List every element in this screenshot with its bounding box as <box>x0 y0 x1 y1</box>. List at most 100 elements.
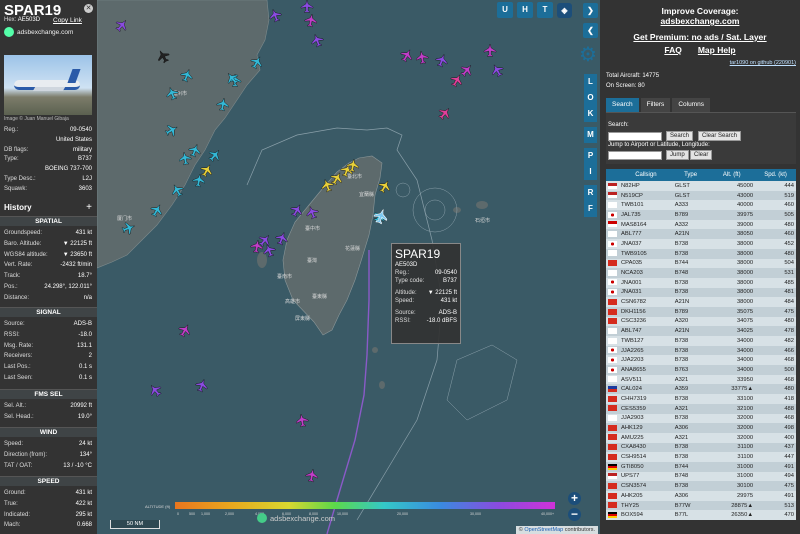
aircraft-photo[interactable] <box>4 55 92 115</box>
table-row[interactable]: CPA035 B744 38000 504 <box>606 258 796 269</box>
table-row[interactable]: CXA8430 B738 31100 437 <box>606 442 796 453</box>
table-row[interactable]: TWB9105 B738 38000 480 <box>606 248 796 259</box>
brand-link[interactable]: adsbexchange.com <box>4 27 73 37</box>
map-button-r[interactable]: R <box>584 185 597 201</box>
col-callsign[interactable]: Callsign <box>619 169 673 181</box>
tab-filters[interactable]: Filters <box>640 98 671 112</box>
table-row[interactable]: JNA031 B738 38000 481 <box>606 287 796 298</box>
improve-coverage-link[interactable]: adsbexchange.com <box>600 16 800 26</box>
table-row[interactable]: JNA001 B738 38000 485 <box>606 277 796 288</box>
map-help-link[interactable]: Map Help <box>698 45 736 55</box>
table-row[interactable]: CSN3574 B738 30100 475 <box>606 481 796 491</box>
map-button-f[interactable]: F <box>584 201 597 217</box>
table-row[interactable]: JJA2203 B738 34000 468 <box>606 355 796 366</box>
aircraft-icon[interactable] <box>434 52 450 68</box>
table-row[interactable]: THY25 B77W 28875▲ 513 <box>606 500 796 511</box>
table-row[interactable]: DKH1156 B789 35075 475 <box>606 306 796 317</box>
aircraft-icon[interactable] <box>309 32 325 48</box>
table-row[interactable]: AHK205 A306 29975 491 <box>606 491 796 501</box>
aircraft-icon[interactable] <box>206 147 223 164</box>
table-row[interactable]: AMU225 A321 32000 400 <box>606 432 796 443</box>
aircraft-icon[interactable] <box>295 413 309 428</box>
map-button-l[interactable]: L <box>584 74 597 90</box>
clear-search-button[interactable]: Clear Search <box>698 131 742 141</box>
table-row[interactable]: N519CP GLST 43000 519 <box>606 190 796 201</box>
table-row[interactable]: JJA2903 B738 32000 468 <box>606 413 796 424</box>
table-row[interactable]: JJA2265 B738 34000 466 <box>606 345 796 356</box>
map-button-t[interactable]: T <box>537 2 553 18</box>
section-speed[interactable]: SPEED <box>0 476 97 486</box>
selected-aircraft-icon[interactable] <box>372 208 389 225</box>
tab-search[interactable]: Search <box>606 98 639 112</box>
map-button-i[interactable]: I <box>584 164 597 180</box>
section-fms[interactable]: FMS SEL <box>0 389 97 399</box>
table-row[interactable]: CSH9514 B738 31100 447 <box>606 452 796 462</box>
search-input[interactable] <box>608 132 662 141</box>
map-button-k[interactable]: K <box>584 106 597 122</box>
search-button[interactable]: Search <box>666 131 694 141</box>
table-row[interactable]: N82HP GLST 45000 444 <box>606 181 796 191</box>
aircraft-icon[interactable] <box>458 62 475 79</box>
table-row[interactable]: CAL024 A359 33775▲ 480 <box>606 384 796 395</box>
aircraft-icon[interactable] <box>436 105 453 122</box>
section-wind[interactable]: WIND <box>0 427 97 437</box>
jump-button[interactable]: Jump <box>666 150 689 160</box>
table-row[interactable]: ASV511 A321 33950 468 <box>606 374 796 385</box>
map-button-u[interactable]: U <box>497 2 513 18</box>
aircraft-icon[interactable] <box>267 7 283 23</box>
aircraft-icon[interactable] <box>250 239 264 254</box>
history-label[interactable]: History <box>4 203 32 212</box>
table-row[interactable]: CES5359 A321 32100 488 <box>606 403 796 414</box>
zoom-in-button[interactable]: + <box>568 492 581 505</box>
faq-link[interactable]: FAQ <box>664 45 681 55</box>
col-type[interactable]: Type <box>672 169 709 181</box>
aircraft-icon[interactable] <box>177 322 194 339</box>
clear-button[interactable]: Clear <box>690 150 713 160</box>
section-signal[interactable]: SIGNAL <box>0 307 97 317</box>
premium-link[interactable]: Get Premium: no ads / Sat. Layer <box>600 32 800 42</box>
aircraft-icon[interactable] <box>305 468 319 483</box>
aircraft-icon[interactable] <box>194 377 210 393</box>
jump-input[interactable] <box>608 151 662 160</box>
aircraft-icon[interactable] <box>300 0 314 13</box>
osm-link[interactable]: OpenStreetMap <box>524 527 563 533</box>
table-row[interactable]: NCA203 B748 38000 531 <box>606 268 796 278</box>
tab-columns[interactable]: Columns <box>672 98 710 112</box>
table-row[interactable]: TWB127 B738 34000 482 <box>606 336 796 346</box>
aircraft-icon[interactable] <box>415 50 429 65</box>
aircraft-icon[interactable] <box>304 13 318 28</box>
layers-icon[interactable]: ◈ <box>557 3 572 18</box>
table-row[interactable]: ANA8655 B763 34000 500 <box>606 365 796 375</box>
map-button-h[interactable]: H <box>517 2 533 18</box>
table-row[interactable]: ABL747 A21N 34025 478 <box>606 326 796 336</box>
aircraft-icon[interactable] <box>483 43 497 57</box>
table-row[interactable]: CSN6782 A21N 38000 484 <box>606 297 796 307</box>
table-row[interactable]: JNA037 B738 38000 452 <box>606 239 796 249</box>
history-expand-icon[interactable]: + <box>86 202 92 213</box>
aircraft-icon[interactable] <box>147 382 164 399</box>
table-row[interactable]: MAS8164 A332 39000 480 <box>606 219 796 230</box>
aircraft-icon[interactable] <box>489 62 506 79</box>
map-canvas[interactable]: 臺灣 臺中市 臺北市 宜蘭縣 花蓮縣 臺南市 臺東縣 高雄市 屏東縣 石垣市 福… <box>97 0 600 534</box>
collapse-left-button[interactable]: ❮ <box>583 23 598 38</box>
table-row[interactable]: TWB101 A333 40000 460 <box>606 200 796 211</box>
table-row[interactable]: AHK129 A306 32000 498 <box>606 423 796 433</box>
col-flag[interactable] <box>606 169 619 181</box>
table-row[interactable]: BOX594 B77L 26350▲ 470 <box>606 510 796 521</box>
table-row[interactable]: CSC3236 A320 34075 480 <box>606 316 796 327</box>
github-link[interactable]: tar1090 on github (220901) <box>730 60 796 66</box>
table-row[interactable]: GTI8050 B744 31000 491 <box>606 461 796 472</box>
map-button-o[interactable]: O <box>584 90 597 106</box>
section-spatial[interactable]: SPATIAL <box>0 216 97 226</box>
zoom-out-button[interactable]: − <box>568 508 581 521</box>
table-row[interactable]: CHH7319 B738 33100 418 <box>606 394 796 404</box>
copy-link[interactable]: Copy Link <box>53 17 82 24</box>
close-icon[interactable]: ✕ <box>84 4 93 13</box>
table-row[interactable]: JAL735 B789 39975 505 <box>606 210 796 220</box>
aircraft-icon[interactable] <box>199 162 216 179</box>
col-alt[interactable]: Alt. (ft) <box>708 169 756 181</box>
map-button-p[interactable]: P <box>584 148 597 164</box>
aircraft-icon[interactable] <box>399 47 416 64</box>
map-view[interactable]: 臺灣 臺中市 臺北市 宜蘭縣 花蓮縣 臺南市 臺東縣 高雄市 屏東縣 石垣市 福… <box>97 0 600 534</box>
settings-gear-icon[interactable]: ⚙ <box>578 45 598 65</box>
